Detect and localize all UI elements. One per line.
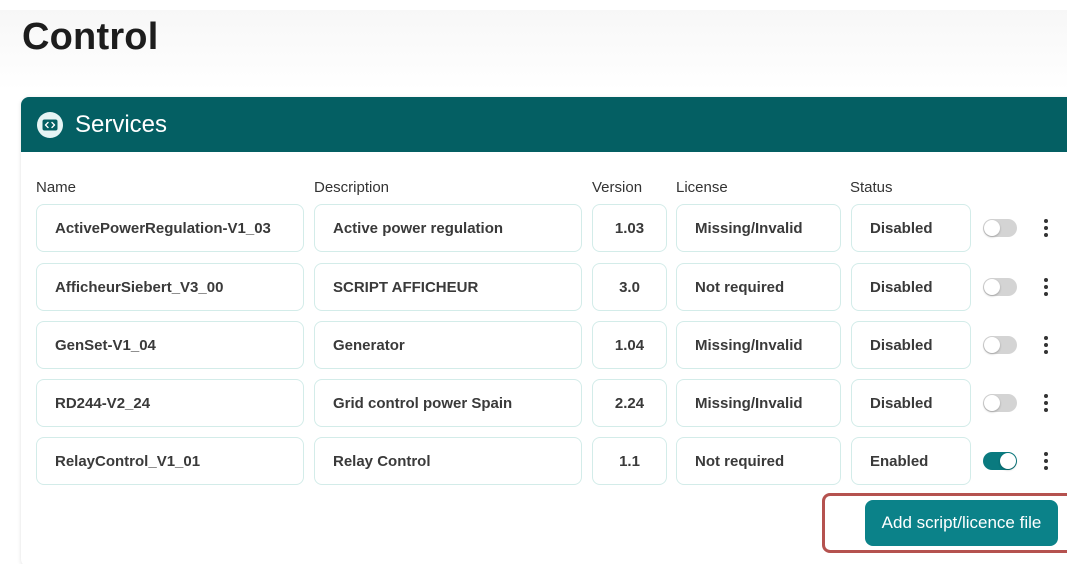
service-status: Disabled (851, 204, 971, 252)
service-description: Active power regulation (314, 204, 582, 252)
service-license: Missing/Invalid (676, 204, 841, 252)
service-name: RelayControl_V1_01 (36, 437, 304, 485)
service-license: Missing/Invalid (676, 321, 841, 369)
add-script-licence-button[interactable]: Add script/licence file (865, 500, 1058, 546)
service-description: SCRIPT AFFICHEUR (314, 263, 582, 311)
service-status: Disabled (851, 379, 971, 427)
service-name: ActivePowerRegulation-V1_03 (36, 204, 304, 252)
column-header-version: Version (592, 179, 643, 196)
more-options-icon[interactable] (1039, 275, 1053, 299)
service-row: RelayControl_V1_01 Relay Control 1.1 Not… (21, 437, 1067, 485)
toggle-knob (984, 337, 1000, 353)
service-license: Not required (676, 263, 841, 311)
service-row: RD244-V2_24 Grid control power Spain 2.2… (21, 379, 1067, 427)
toggle-knob (984, 279, 1000, 295)
column-header-license: License (676, 179, 728, 196)
top-bar (0, 10, 1067, 90)
column-header-description: Description (314, 179, 390, 196)
service-license: Missing/Invalid (676, 379, 841, 427)
service-license: Not required (676, 437, 841, 485)
service-version: 3.0 (592, 263, 667, 311)
service-toggle[interactable] (983, 452, 1017, 470)
service-status: Disabled (851, 263, 971, 311)
column-header-status: Status (850, 179, 893, 196)
more-options-icon[interactable] (1039, 391, 1053, 415)
toggle-knob (984, 220, 1000, 236)
service-row: ActivePowerRegulation-V1_03 Active power… (21, 204, 1067, 252)
service-version: 1.1 (592, 437, 667, 485)
service-status: Enabled (851, 437, 971, 485)
code-icon (37, 111, 63, 138)
service-description: Grid control power Spain (314, 379, 582, 427)
service-row: AfficheurSiebert_V3_00 SCRIPT AFFICHEUR … (21, 263, 1067, 311)
service-version: 1.04 (592, 321, 667, 369)
service-toggle[interactable] (983, 278, 1017, 296)
service-name: GenSet-V1_04 (36, 321, 304, 369)
service-status: Disabled (851, 321, 971, 369)
column-header-name: Name (36, 179, 77, 196)
service-toggle[interactable] (983, 219, 1017, 237)
more-options-icon[interactable] (1039, 333, 1053, 357)
service-name: RD244-V2_24 (36, 379, 304, 427)
toggle-knob (1000, 453, 1016, 469)
more-options-icon[interactable] (1039, 216, 1053, 240)
service-toggle[interactable] (983, 394, 1017, 412)
toggle-knob (984, 395, 1000, 411)
more-options-icon[interactable] (1039, 449, 1053, 473)
services-header: Services (21, 97, 1067, 152)
service-description: Generator (314, 321, 582, 369)
service-toggle[interactable] (983, 336, 1017, 354)
services-title: Services (75, 110, 168, 138)
page-title: Control (22, 16, 159, 58)
service-name: AfficheurSiebert_V3_00 (36, 263, 304, 311)
service-version: 1.03 (592, 204, 667, 252)
service-row: GenSet-V1_04 Generator 1.04 Missing/Inva… (21, 321, 1067, 369)
service-version: 2.24 (592, 379, 667, 427)
service-description: Relay Control (314, 437, 582, 485)
